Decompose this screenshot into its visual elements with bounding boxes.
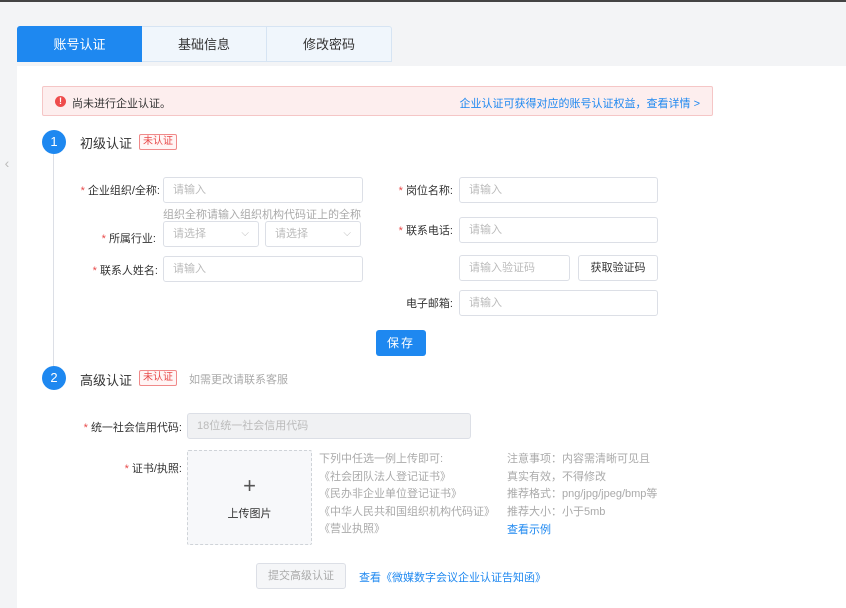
step-2-status-badge: 未认证 xyxy=(139,370,177,386)
contact-name-label: * 联系人姓名: xyxy=(92,265,158,277)
list-item: 真实有效，不得修改 xyxy=(507,470,606,483)
accepted-documents-list: 下列中任选一例上传即可: 《社会团队法人登记证书》 《民办非企业单位登记证书》 … xyxy=(319,451,495,539)
org-name-hint: 组织全称请输入组织机构代码证上的全称 xyxy=(163,209,361,221)
email-input[interactable]: 请输入 xyxy=(459,290,658,316)
list-item: 注意事项：内容需清晰可见且 xyxy=(507,453,650,465)
upload-image-label: 上传图片 xyxy=(227,508,272,520)
sidebar-collapse-handle[interactable]: ‹ xyxy=(0,148,14,178)
tab-basic-info[interactable]: 基础信息 xyxy=(142,26,267,62)
view-example-link[interactable]: 查看示例 xyxy=(507,521,551,537)
org-name-label: * 企业组织/全称: xyxy=(80,185,160,197)
phone-input[interactable]: 请输入 xyxy=(459,217,658,243)
step-2-title: 高级认证 xyxy=(80,373,133,388)
step-1-indicator: 1 xyxy=(42,130,66,154)
chevron-down-icon: ⌵ xyxy=(241,228,249,239)
list-item: 推荐大小：小于5mb xyxy=(507,505,606,518)
notice-letter-link[interactable]: 查看《微媒数字会议企业认证告知函》 xyxy=(359,569,546,585)
contact-name-input[interactable]: 请输入 xyxy=(163,256,363,282)
phone-label: * 联系电话: xyxy=(398,225,453,237)
chevron-down-icon: ⌵ xyxy=(343,228,351,239)
list-item: 推荐格式：png/jpg/jpeg/bmp等 xyxy=(507,488,658,500)
credit-code-label: * 统一社会信用代码: xyxy=(83,422,182,434)
certificate-label: * 证书/执照: xyxy=(124,463,182,475)
step-1-title: 初级认证 xyxy=(80,136,133,151)
contact-support-hint: 如需更改请联系客服 xyxy=(189,374,288,386)
upload-notes-list: 注意事项：内容需清晰可见且 真实有效，不得修改 推荐格式：png/jpg/jpe… xyxy=(507,451,657,521)
industry-select-secondary[interactable]: 请选择 ⌵ xyxy=(265,221,361,247)
tab-account-verification[interactable]: 账号认证 xyxy=(17,26,142,62)
org-name-input[interactable]: 请输入 xyxy=(163,177,363,203)
email-label: 电子邮箱: xyxy=(405,298,453,310)
save-button[interactable]: 保存 xyxy=(376,330,426,356)
tab-bar: 账号认证 基础信息 修改密码 xyxy=(17,26,392,62)
plus-icon: + xyxy=(243,473,256,498)
verification-code-input[interactable]: 请输入验证码 xyxy=(459,255,570,281)
industry-select-primary[interactable]: 请选择 ⌵ xyxy=(163,221,259,247)
position-input[interactable]: 请输入 xyxy=(459,177,658,203)
list-item: 《社会团队法人登记证书》 xyxy=(319,470,451,483)
chevron-left-icon: ‹ xyxy=(4,155,10,171)
exclamation-icon: ! xyxy=(55,96,66,107)
tab-change-password[interactable]: 修改密码 xyxy=(267,26,392,62)
industry-label: * 所属行业: xyxy=(101,233,156,245)
submit-advanced-button[interactable]: 提交高级认证 xyxy=(256,563,346,589)
list-item: 《民办非企业单位登记证书》 xyxy=(319,488,462,500)
step-1-status-badge: 未认证 xyxy=(139,134,177,150)
list-item: 《营业执照》 xyxy=(319,523,385,535)
list-item: 《中华人民共和国组织机构代码证》 xyxy=(319,505,495,518)
get-code-button[interactable]: 获取验证码 xyxy=(578,255,658,281)
alert-text: 尚未进行企业认证。 xyxy=(72,98,171,110)
credit-code-input[interactable]: 18位统一社会信用代码 xyxy=(187,413,471,439)
upload-image-area[interactable]: + 上传图片 xyxy=(187,450,312,545)
alert-details-link[interactable]: 企业认证可获得对应的账号认证权益，查看详情 > xyxy=(460,95,700,111)
verification-alert: ! 尚未进行企业认证。 企业认证可获得对应的账号认证权益，查看详情 > xyxy=(42,86,713,116)
step-connector-line xyxy=(53,154,54,368)
window-top-border xyxy=(0,0,846,2)
list-item: 下列中任选一例上传即可: xyxy=(319,453,444,465)
position-label: * 岗位名称: xyxy=(398,185,453,197)
step-2-indicator: 2 xyxy=(42,366,66,390)
